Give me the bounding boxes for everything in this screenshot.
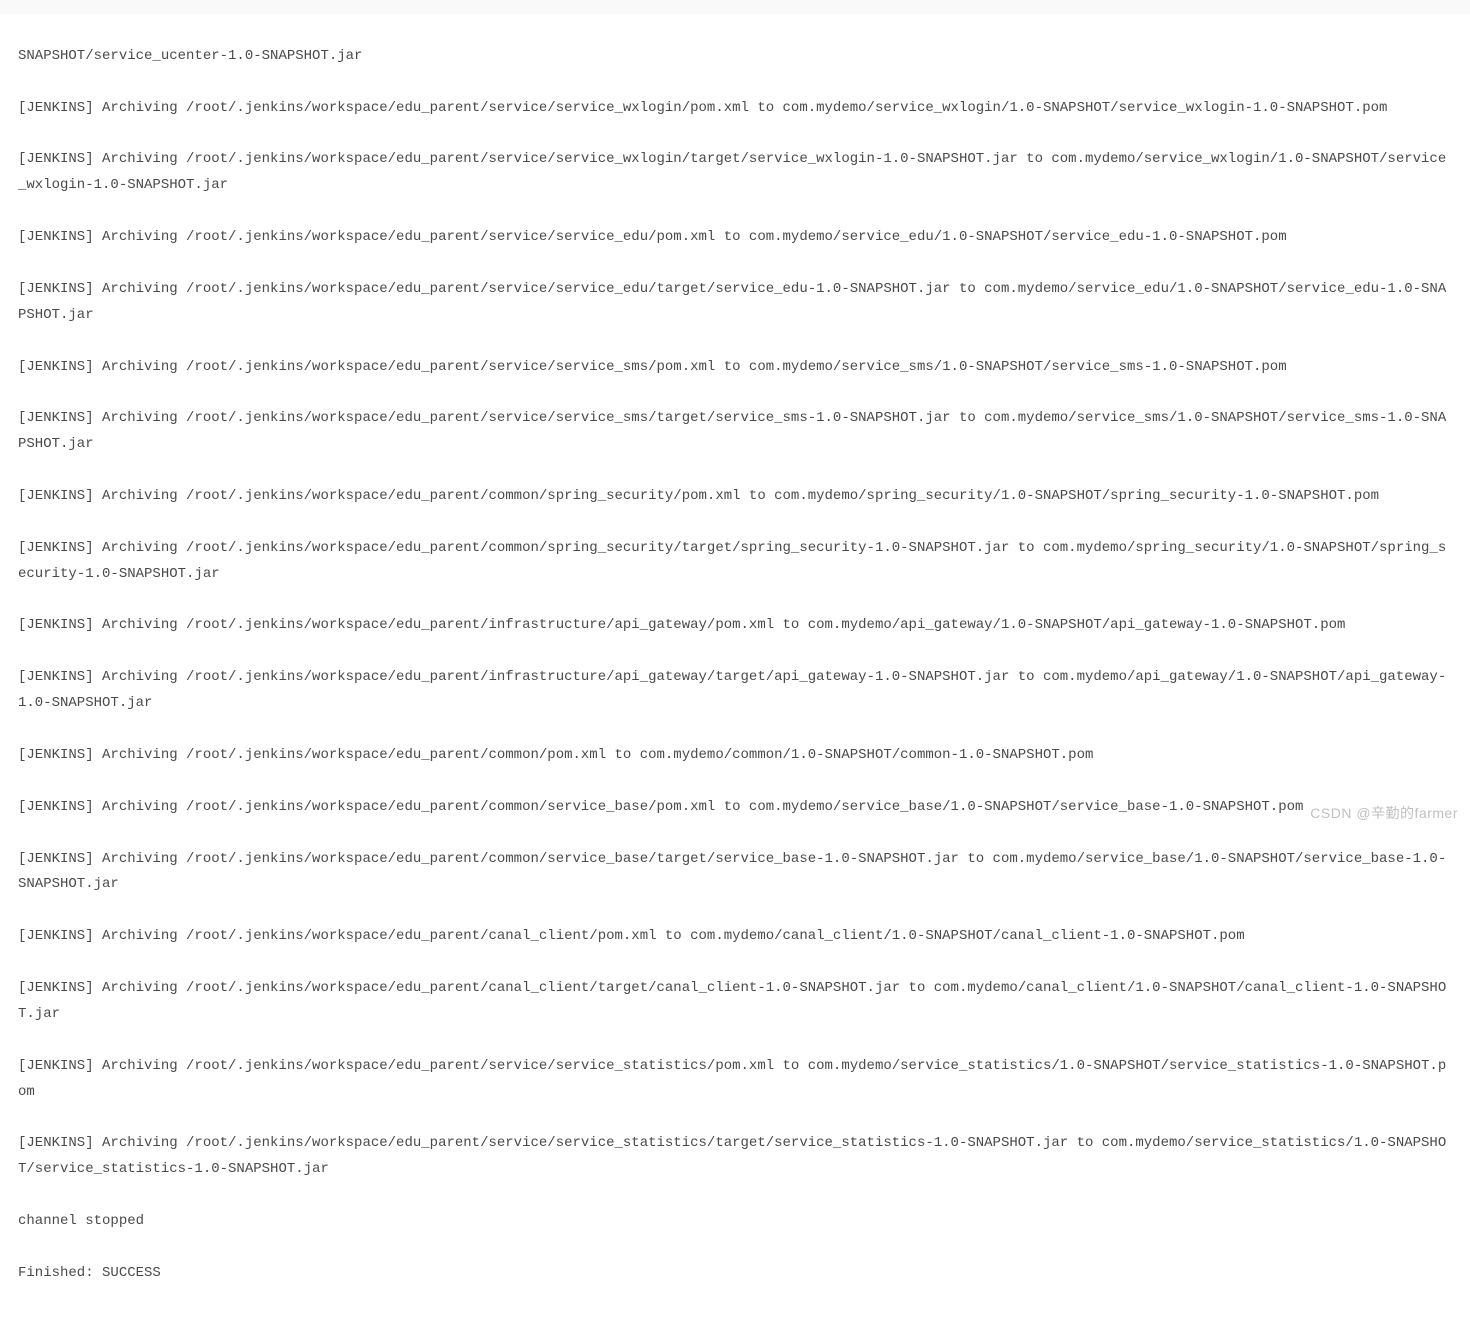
log-line: [JENKINS] Archiving /root/.jenkins/works…	[18, 355, 1452, 381]
log-line: [JENKINS] Archiving /root/.jenkins/works…	[18, 665, 1452, 717]
log-line: [JENKINS] Archiving /root/.jenkins/works…	[18, 484, 1452, 510]
log-line: channel stopped	[18, 1209, 1452, 1235]
log-line: SNAPSHOT/service_ucenter-1.0-SNAPSHOT.ja…	[18, 44, 1452, 70]
log-line: [JENKINS] Archiving /root/.jenkins/works…	[18, 406, 1452, 458]
build-status: Finished: SUCCESS	[18, 1261, 1452, 1287]
log-line: [JENKINS] Archiving /root/.jenkins/works…	[18, 976, 1452, 1028]
watermark: CSDN @辛勤的farmer	[1310, 801, 1458, 827]
log-line: [JENKINS] Archiving /root/.jenkins/works…	[18, 613, 1452, 639]
log-line: [JENKINS] Archiving /root/.jenkins/works…	[18, 1131, 1452, 1183]
log-line: [JENKINS] Archiving /root/.jenkins/works…	[18, 147, 1452, 199]
log-line: [JENKINS] Archiving /root/.jenkins/works…	[18, 847, 1452, 899]
log-line: [JENKINS] Archiving /root/.jenkins/works…	[18, 225, 1452, 251]
log-line: [JENKINS] Archiving /root/.jenkins/works…	[18, 96, 1452, 122]
log-line: [JENKINS] Archiving /root/.jenkins/works…	[18, 795, 1452, 821]
log-line: [JENKINS] Archiving /root/.jenkins/works…	[18, 277, 1452, 329]
console-output: SNAPSHOT/service_ucenter-1.0-SNAPSHOT.ja…	[0, 14, 1470, 1331]
log-line: [JENKINS] Archiving /root/.jenkins/works…	[18, 924, 1452, 950]
log-line: [JENKINS] Archiving /root/.jenkins/works…	[18, 743, 1452, 769]
log-line: [JENKINS] Archiving /root/.jenkins/works…	[18, 1054, 1452, 1106]
log-line: [JENKINS] Archiving /root/.jenkins/works…	[18, 536, 1452, 588]
